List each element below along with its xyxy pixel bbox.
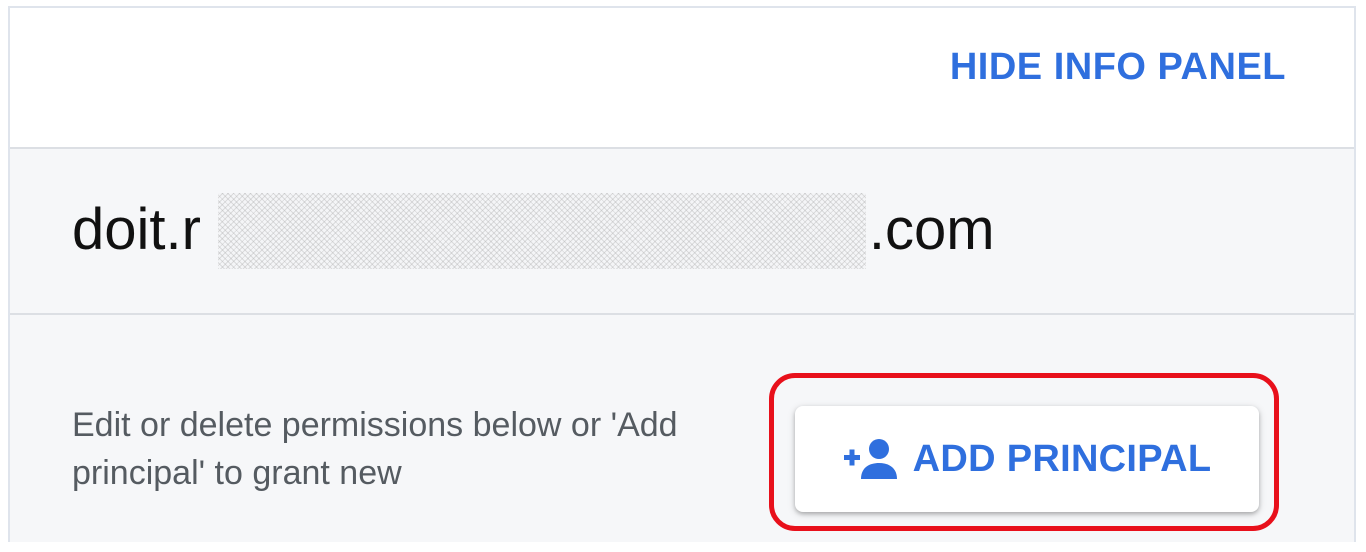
permissions-help-text: Edit or delete permissions below or 'Add… xyxy=(72,406,678,492)
permissions-actions-row: Edit or delete permissions below or 'Add… xyxy=(10,315,1354,542)
info-panel-header: HIDE INFO PANEL xyxy=(10,8,1354,149)
add-principal-label: ADD PRINCIPAL xyxy=(912,437,1212,480)
account-email-end: l.com xyxy=(855,197,995,262)
info-panel: HIDE INFO PANEL doit.r l.com Edit or dele… xyxy=(8,6,1356,542)
account-email-start: doit.r xyxy=(72,197,201,262)
redaction-mask xyxy=(218,193,866,269)
person-add-icon xyxy=(843,439,897,479)
selected-account-row: doit.r l.com xyxy=(10,149,1354,315)
add-principal-button[interactable]: ADD PRINCIPAL xyxy=(795,406,1259,512)
hide-info-panel-button[interactable]: HIDE INFO PANEL xyxy=(950,46,1286,89)
